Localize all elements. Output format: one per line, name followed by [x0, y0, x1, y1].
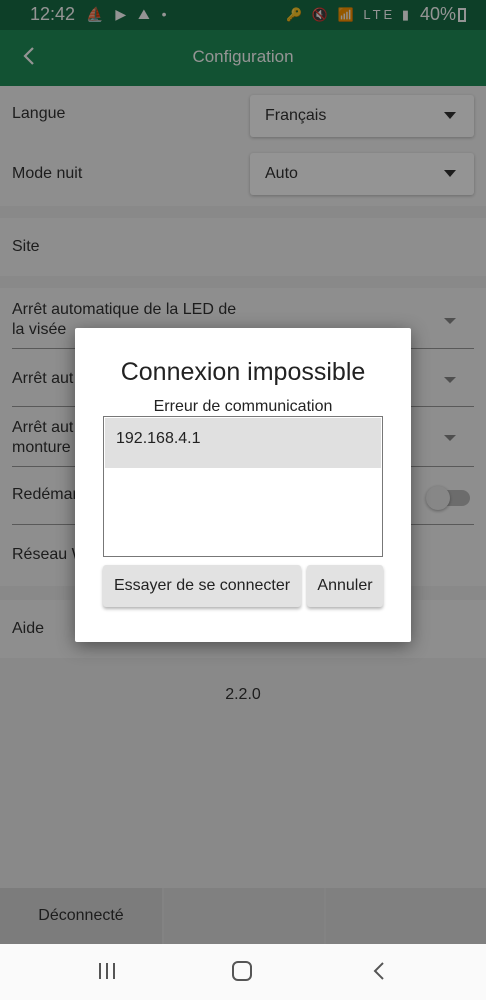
host-address: 192.168.4.1 — [116, 430, 201, 447]
cancel-button[interactable]: Annuler — [307, 565, 383, 607]
dialog-subtitle: Erreur de communication — [153, 398, 333, 415]
back-icon[interactable] — [370, 961, 388, 981]
system-nav-bar — [0, 944, 486, 1000]
dialog-title: Connexion impossible — [120, 358, 366, 386]
list-item[interactable]: 192.168.4.1 — [105, 418, 381, 468]
home-icon[interactable] — [232, 961, 252, 981]
host-list[interactable]: 192.168.4.1 — [103, 416, 383, 557]
recent-apps-icon[interactable] — [98, 963, 118, 981]
connection-error-dialog: Connexion impossible Erreur de communica… — [75, 328, 411, 642]
try-connect-button[interactable]: Essayer de se connecter — [103, 565, 301, 607]
